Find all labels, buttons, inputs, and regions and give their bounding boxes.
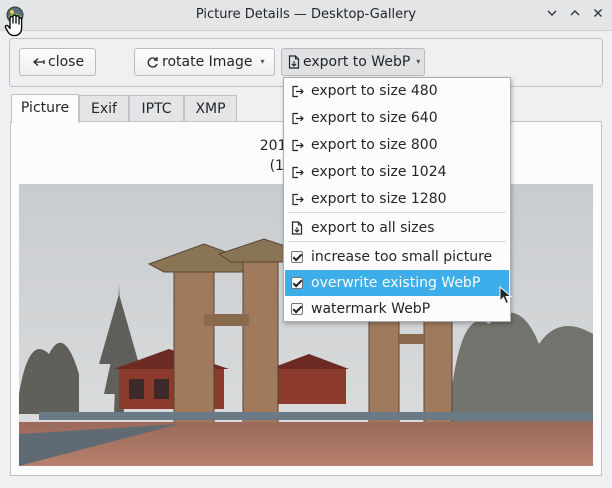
tab-label: Exif [91,101,117,117]
dropdown-arrow-icon: ▾ [260,57,265,66]
minimize-button[interactable] [542,5,562,25]
menu-item-export-640[interactable]: export to size 640 [285,105,509,131]
title-bar: Picture Details — Desktop-Gallery [0,0,612,31]
menu-item-overwrite-webp[interactable]: overwrite existing WebP [285,270,509,296]
chevron-down-icon [547,10,557,16]
menu-item-label: export to all sizes [311,220,435,236]
menu-item-export-800[interactable]: export to size 800 [285,132,509,158]
hand-cursor-icon [4,14,23,37]
menu-item-label: export to size 1280 [311,191,447,207]
menu-separator [288,212,506,213]
close-icon [594,9,602,17]
menu-item-label: export to size 800 [311,137,438,153]
menu-item-label: overwrite existing WebP [311,275,481,291]
tab-picture[interactable]: Picture [11,94,79,123]
export-webp-button[interactable]: export to WebP ▾ [281,48,425,76]
document-export-icon [290,221,304,235]
menu-item-export-1280[interactable]: export to size 1280 [285,186,509,212]
chevron-up-icon [570,10,580,16]
export-icon [290,138,304,152]
checkbox-checked-icon [291,251,303,263]
dropdown-arrow-icon: ▾ [416,57,421,66]
tab-iptc[interactable]: IPTC [129,95,184,123]
close-button-label: close [48,54,85,70]
tab-label: Picture [20,100,70,116]
back-arrow-icon [32,56,45,68]
export-icon [290,165,304,179]
rotate-button-label: rotate Image [162,54,253,70]
document-export-icon [288,55,300,69]
menu-separator [288,241,506,242]
export-icon [290,84,304,98]
close-button[interactable]: close [19,48,96,76]
menu-item-label: export to size 1024 [311,164,447,180]
mouse-pointer-icon [499,286,513,305]
export-icon [290,111,304,125]
tab-label: IPTC [141,101,172,117]
close-window-button[interactable] [588,5,608,25]
menu-item-export-all[interactable]: export to all sizes [285,215,509,241]
menu-item-export-480[interactable]: export to size 480 [285,78,509,104]
rotate-image-button[interactable]: rotate Image ▾ [134,48,275,76]
window-title: Picture Details — Desktop-Gallery [195,7,417,22]
menu-item-increase-small[interactable]: increase too small picture [285,244,509,270]
menu-item-label: increase too small picture [311,249,493,265]
tab-label: XMP [195,101,226,117]
export-menu: export to size 480 export to size 640 ex… [283,77,511,322]
checkbox-checked-icon [291,303,303,315]
menu-item-export-1024[interactable]: export to size 1024 [285,159,509,185]
menu-item-label: export to size 640 [311,110,438,126]
menu-item-label: export to size 480 [311,83,438,99]
export-icon [290,192,304,206]
rotate-icon [146,56,159,69]
checkbox-checked-icon [291,277,303,289]
tab-xmp[interactable]: XMP [184,95,237,123]
menu-item-label: watermark WebP [311,301,431,317]
maximize-button[interactable] [565,5,585,25]
export-button-label: export to WebP [303,54,411,70]
tab-exif[interactable]: Exif [79,95,129,123]
menu-item-watermark-webp[interactable]: watermark WebP [285,296,509,322]
